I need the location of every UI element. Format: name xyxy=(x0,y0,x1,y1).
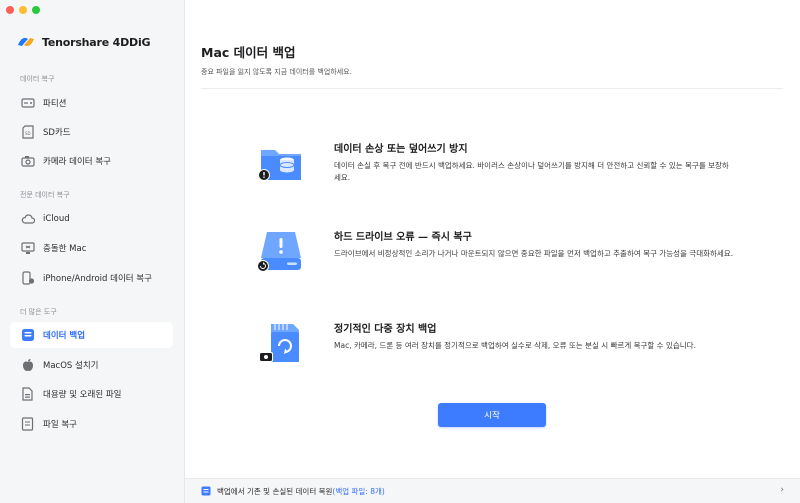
sidebar-item-label: MacOS 설치기 xyxy=(43,361,99,371)
brand: Tenorshare 4DDiG xyxy=(16,33,151,51)
backup-icon xyxy=(20,328,35,343)
camera-icon xyxy=(20,154,35,169)
divider xyxy=(201,88,783,89)
sidebar-item-label: iCloud xyxy=(43,214,70,224)
phone-recovery-icon xyxy=(20,271,35,286)
crashed-mac-icon xyxy=(20,241,35,256)
sidebar-item-phone-recovery[interactable]: iPhone/Android 데이터 복구 xyxy=(10,265,173,291)
page-title: Mac 데이터 백업 xyxy=(201,45,296,60)
sidebar-item-large-files[interactable]: 대용량 및 오래된 파일 xyxy=(10,381,173,407)
sd-card-icon: SD xyxy=(20,125,35,140)
restore-from-backup-link[interactable]: 백업에서 기존 및 손실된 데이터 복원 (백업 파일: 8개) › xyxy=(185,478,800,503)
multi-device-sync-icon xyxy=(259,324,299,362)
hard-drive-warning-icon xyxy=(257,232,301,272)
sidebar: Tenorshare 4DDiG 데이터 복구 파티션 SD SD카드 카메라 … xyxy=(0,0,185,503)
sidebar-item-label: 충돌한 Mac xyxy=(43,244,87,254)
sidebar-item-label: 데이터 백업 xyxy=(43,331,86,341)
feature-description: Mac, 카메라, 드론 등 여러 장치를 정기적으로 백업하여 실수로 삭제,… xyxy=(334,341,696,350)
start-button[interactable]: 시작 xyxy=(438,403,546,427)
sidebar-item-icloud[interactable]: iCloud xyxy=(10,206,173,232)
feature-description: 데이터 손실 후 복구 전에 반드시 백업하세요. 바이러스 손상이나 덮어쓰기… xyxy=(334,161,729,182)
sidebar-item-label: 대용량 및 오래된 파일 xyxy=(43,390,122,400)
minimize-window-button[interactable] xyxy=(19,6,27,14)
section-title-data-recovery: 데이터 복구 xyxy=(20,75,55,83)
large-files-icon xyxy=(20,387,35,402)
folder-database-icon xyxy=(258,150,301,181)
file-repair-icon xyxy=(20,417,35,432)
zoom-window-button[interactable] xyxy=(32,6,40,14)
sidebar-item-data-backup[interactable]: 데이터 백업 xyxy=(10,322,173,348)
backup-file-count: (백업 파일: 8개) xyxy=(332,486,385,496)
sidebar-item-macos-installer[interactable]: MacOS 설치기 xyxy=(10,352,173,378)
sidebar-item-label: 카메라 데이터 복구 xyxy=(43,157,111,167)
sidebar-item-sd-card[interactable]: SD SD카드 xyxy=(10,119,173,145)
tenorshare-logo-icon xyxy=(18,37,34,47)
app-name: Tenorshare 4DDiG xyxy=(42,35,151,49)
section-title-pro-recovery: 전문 데이터 복구 xyxy=(20,191,70,199)
chevron-right-icon: › xyxy=(780,485,784,495)
feature-description: 드라이브에서 비정상적인 소리가 나거나 마운트되지 않으면 중요한 파일을 먼… xyxy=(334,249,734,258)
section-title-more-tools: 더 많은 도구 xyxy=(20,308,57,316)
restore-text: 백업에서 기존 및 손실된 데이터 복원 xyxy=(217,486,333,496)
cloud-icon xyxy=(20,212,35,227)
page-subtitle: 중요 파일을 잃지 않도록 지금 데이터를 백업하세요. xyxy=(201,68,352,76)
main-panel: Mac 데이터 백업 중요 파일을 잃지 않도록 지금 데이터를 백업하세요. … xyxy=(185,0,800,503)
feature-title: 데이터 손상 또는 덮어쓰기 방지 xyxy=(334,144,468,155)
close-window-button[interactable] xyxy=(6,6,14,14)
sidebar-item-label: 파일 복구 xyxy=(43,420,77,430)
sidebar-item-label: 파티션 xyxy=(43,99,67,109)
sidebar-item-camera[interactable]: 카메라 데이터 복구 xyxy=(10,148,173,174)
window-controls xyxy=(6,6,40,14)
sidebar-item-file-repair[interactable]: 파일 복구 xyxy=(10,411,173,437)
drive-icon xyxy=(20,96,35,111)
sidebar-item-partition[interactable]: 파티션 xyxy=(10,90,173,116)
svg-text:SD: SD xyxy=(25,131,31,136)
backup-restore-icon xyxy=(201,486,211,496)
sidebar-item-label: iPhone/Android 데이터 복구 xyxy=(43,274,152,284)
sidebar-item-label: SD카드 xyxy=(43,128,71,138)
feature-title: 정기적인 다중 장치 백업 xyxy=(334,324,437,335)
apple-icon xyxy=(20,358,35,373)
sidebar-item-crashed-mac[interactable]: 충돌한 Mac xyxy=(10,235,173,261)
feature-title: 하드 드라이브 오류 — 즉시 복구 xyxy=(334,232,472,243)
